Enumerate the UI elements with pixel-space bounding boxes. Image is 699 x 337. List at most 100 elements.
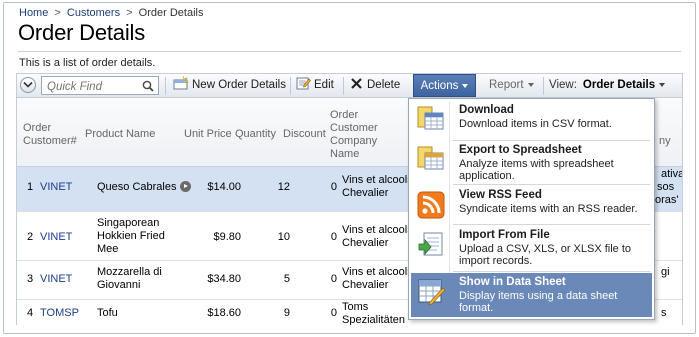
collapse-toggle-button[interactable] (20, 77, 36, 93)
quantity-cell: 10 (277, 231, 290, 243)
data-sheet-icon (418, 279, 446, 306)
row-number: 4 (27, 307, 34, 319)
menu-item-export-spreadsheet[interactable]: Export to Spreadsheet Analyze items with… (411, 141, 652, 182)
menu-item-import-file[interactable]: Import From File Upload a CSV, XLS, or X… (411, 226, 652, 267)
unit-price-cell: $14.00 (207, 181, 241, 193)
customer-link[interactable]: VINET (40, 231, 72, 244)
product-name-cell: Queso Cabrales (97, 181, 191, 194)
menu-item-show-data-sheet[interactable]: Show in Data Sheet Display items using a… (411, 273, 652, 317)
menu-divider (453, 271, 650, 272)
import-file-icon (418, 232, 443, 256)
menu-item-description: Syndicate items with an RSS reader. (459, 203, 638, 215)
toolbar-divider (165, 77, 166, 95)
menu-item-title: Import From File (459, 229, 550, 241)
menu-item-description: Display items using a data sheet format. (459, 290, 618, 314)
company-name-cell: Vins et alcools Chevalier (342, 266, 413, 291)
column-header-company-name[interactable]: Order Customer Company Name (330, 109, 394, 161)
delete-button[interactable]: Delete (350, 76, 400, 95)
rss-icon (417, 191, 445, 219)
menu-divider (453, 224, 650, 225)
column-header-truncated[interactable]: ny (659, 135, 671, 148)
discount-cell: 0 (330, 231, 337, 243)
truncated-cell: s (661, 307, 667, 319)
breadcrumb: Home > Customers > Order Details (19, 7, 203, 19)
title-divider (18, 51, 681, 52)
column-header-unit-price[interactable]: Unit Price (184, 128, 232, 141)
row-number: 3 (27, 273, 34, 285)
product-name-cell: Singaporean Hokkien Fried Mee (97, 217, 165, 255)
unit-price-cell: $34.80 (207, 273, 241, 285)
edit-button[interactable]: Edit (296, 76, 334, 95)
row-number: 2 (27, 231, 34, 243)
customer-link[interactable]: TOMSP (40, 307, 79, 320)
actions-dropdown-menu: Download Download items in CSV format. E… (408, 98, 655, 320)
unit-price-cell: $9.80 (213, 231, 241, 243)
menu-item-title: View RSS Feed (459, 189, 542, 201)
row-actions-icon[interactable] (179, 181, 191, 192)
column-header-discount[interactable]: Discount (283, 128, 326, 141)
discount-cell: 0 (330, 307, 337, 319)
truncated-cell: oras' (655, 194, 679, 206)
new-record-icon (173, 75, 189, 90)
column-header-product-name[interactable]: Product Name (85, 128, 155, 141)
menu-item-title: Download (459, 104, 514, 116)
breadcrumb-current: Order Details (138, 7, 204, 19)
delete-x-icon (351, 78, 362, 89)
new-button-label: New Order Details (192, 79, 286, 91)
company-name-cell: Vins et alcools Chevalier (342, 174, 413, 199)
view-label: View: (549, 79, 577, 91)
menu-item-download[interactable]: Download Download items in CSV format. (411, 101, 652, 141)
search-icon[interactable] (142, 80, 154, 92)
truncated-cell: gi (661, 266, 670, 278)
new-order-details-button[interactable]: New Order Details (173, 75, 286, 95)
discount-cell: 0 (330, 181, 337, 193)
unit-price-cell: $18.60 (207, 307, 241, 319)
chevron-down-icon (527, 82, 534, 87)
toolbar-divider (290, 77, 291, 95)
customer-link[interactable]: VINET (40, 181, 72, 194)
row-number: 1 (27, 181, 34, 193)
discount-cell: 0 (330, 273, 337, 285)
menu-divider (453, 184, 650, 185)
action-bar: New Order Details Edit Delete Actions Re… (16, 73, 683, 98)
view-value: Order Details (582, 79, 656, 91)
quick-find-input[interactable] (45, 78, 145, 95)
report-button-label: Report (489, 79, 524, 91)
menu-item-description: Upload a CSV, XLS, or XLSX file to impor… (459, 243, 632, 267)
breadcrumb-home[interactable]: Home (19, 7, 48, 19)
menu-item-description: Analyze items with spreadsheet applicati… (459, 158, 614, 182)
edit-icon (296, 77, 311, 90)
breadcrumb-separator: > (126, 7, 133, 19)
view-selector[interactable]: View: Order Details (549, 76, 666, 95)
truncated-cell: sos (657, 181, 675, 193)
actions-button-label: Actions (420, 80, 459, 92)
breadcrumb-separator: > (54, 7, 61, 19)
page-title: Order Details (18, 20, 145, 45)
truncated-cell: ativa (661, 168, 683, 180)
customer-link[interactable]: VINET (40, 273, 72, 286)
breadcrumb-customers[interactable]: Customers (67, 7, 120, 19)
report-menu-button[interactable]: Report (489, 76, 534, 95)
chevron-down-icon (462, 83, 469, 88)
edit-button-label: Edit (314, 79, 334, 91)
company-name-cell: Toms Spezialitäten (342, 301, 405, 325)
toolbar-divider (343, 77, 344, 95)
product-name-cell: Tofu (97, 307, 118, 319)
download-csv-icon (417, 106, 444, 130)
toolbar-divider (543, 77, 544, 95)
menu-item-title: Show in Data Sheet (459, 276, 566, 288)
spreadsheet-icon (417, 146, 444, 170)
product-name-cell: Mozzarella di Giovanni (97, 266, 162, 291)
chevron-down-icon (23, 81, 33, 88)
quantity-cell: 5 (283, 273, 290, 285)
column-header-order-customer[interactable]: Order Customer# (23, 122, 81, 148)
page-description: This is a list of order details. (19, 57, 156, 69)
quantity-cell: 12 (277, 181, 290, 193)
menu-item-description: Download items in CSV format. (459, 118, 612, 130)
quantity-cell: 9 (283, 307, 290, 319)
column-header-quantity[interactable]: Quantity (235, 128, 276, 141)
actions-menu-button[interactable]: Actions (413, 74, 476, 97)
menu-item-rss-feed[interactable]: View RSS Feed Syndicate items with an RS… (411, 186, 652, 226)
quick-find-box (41, 76, 159, 95)
company-name-cell: Vins et alcools Chevalier (342, 224, 413, 249)
